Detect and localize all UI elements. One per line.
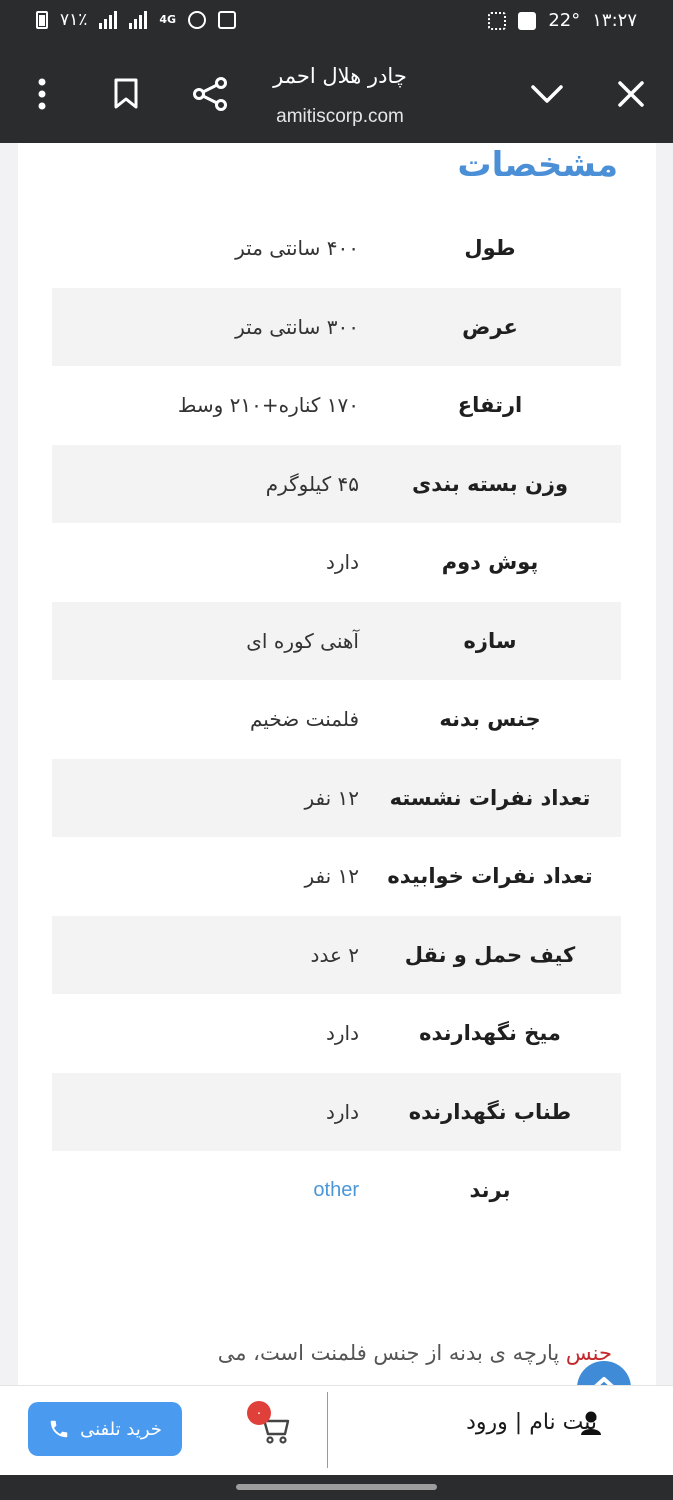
share-icon[interactable]	[185, 69, 235, 119]
spec-row: وزن بسته بندی ۴۵ کیلوگرم	[52, 444, 621, 523]
spec-key: وزن بسته بندی	[411, 471, 569, 496]
spec-key: پوش دوم	[441, 550, 539, 575]
phone-order-label: خرید تلفنی	[80, 1418, 162, 1440]
spec-table: طول ۴۰۰ سانتی متر عرض ۳۰۰ سانتی متر ارتفاع…	[52, 209, 621, 1230]
spec-key: سازه	[463, 628, 517, 653]
page-url[interactable]: amitiscorp.com	[240, 106, 440, 128]
gesture-nav-bar	[0, 1475, 673, 1500]
spec-value: ۴۰۰ سانتی متر	[235, 236, 359, 261]
spec-value: دارد	[325, 1021, 359, 1046]
network-type: 4G	[159, 13, 177, 26]
status-bar: ٧١٪ 4G 22° ۱۳:۲۷	[0, 0, 673, 44]
page-title: چادر هلال احمر	[273, 64, 407, 88]
spec-row: ارتفاع ۱۷۰ کناره+۲۱۰ وسط	[52, 366, 621, 445]
spec-key: ارتفاع	[457, 393, 523, 418]
spec-key: برند	[469, 1178, 511, 1203]
divider	[327, 1392, 328, 1468]
spec-key: میخ نگهدارنده	[419, 1021, 561, 1046]
spec-value: آهنی کوره ای	[246, 628, 359, 653]
signal-icon	[99, 11, 118, 29]
battery-icon	[36, 11, 48, 29]
brand-link[interactable]: other	[52, 1179, 359, 1202]
checkbox-icon	[518, 11, 537, 30]
spec-row: سازه آهنی کوره ای	[52, 601, 621, 680]
spec-key: عرض	[462, 314, 518, 339]
spec-row: تعداد نفرات خوابیده ۱۲ نفر	[52, 837, 621, 916]
spec-row: میخ نگهدارنده دارد	[52, 994, 621, 1073]
clock: ۱۳:۲۷	[592, 10, 637, 31]
spec-value: فلمنت ضخیم	[249, 707, 359, 732]
phone-icon	[50, 1420, 68, 1438]
product-description: جنس پارچه ی بدنه از جنس فلمنت است، می	[218, 1341, 612, 1365]
spec-value: ۱۲ نفر	[304, 785, 359, 810]
spec-row: جنس بدنه فلمنت ضخیم	[52, 680, 621, 759]
phone-order-button[interactable]: خرید تلفنی	[28, 1402, 182, 1456]
spec-row: تعداد نفرات نشسته ۱۲ نفر	[52, 758, 621, 837]
spec-row: طناب نگهدارنده دارد	[52, 1072, 621, 1151]
status-left: ٧١٪ 4G	[36, 10, 237, 30]
home-gesture-handle[interactable]	[236, 1484, 437, 1490]
spec-key: تعداد نفرات نشسته	[389, 785, 591, 810]
battery-level: ٧١٪	[60, 10, 88, 30]
login-register-link[interactable]: ثبت نام | ورود	[466, 1410, 597, 1435]
spec-row: برند other	[52, 1151, 621, 1230]
status-right: 22° ۱۳:۲۷	[488, 10, 637, 31]
user-icon[interactable]	[580, 1410, 602, 1436]
apps-icon	[488, 11, 507, 30]
spec-value: ۲ عدد	[310, 942, 359, 967]
spec-value: دارد	[325, 1099, 359, 1124]
spec-value: دارد	[325, 550, 359, 575]
spec-key: جنس بدنه	[439, 707, 541, 732]
bookmark-icon[interactable]	[101, 69, 151, 119]
spec-row: عرض ۳۰۰ سانتی متر	[52, 287, 621, 366]
spec-row: طول ۴۰۰ سانتی متر	[52, 209, 621, 288]
description-text: پارچه ی بدنه از جنس فلمنت است، می	[217, 1341, 566, 1365]
product-specs-card: مشخصات طول ۴۰۰ سانتی متر عرض ۳۰۰ سانتی متر…	[18, 143, 656, 1385]
spec-row: کیف حمل و نقل ۲ عدد	[52, 915, 621, 994]
spec-key: کیف حمل و نقل	[404, 942, 576, 967]
spec-value: ۳۰۰ سانتی متر	[235, 314, 359, 339]
spec-key: تعداد نفرات خوابیده	[387, 864, 593, 889]
more-vert-icon[interactable]	[17, 69, 67, 119]
notification-icon	[218, 11, 237, 29]
signal-icon-2	[129, 11, 148, 29]
section-title: مشخصات	[457, 145, 618, 185]
chevron-down-icon[interactable]	[522, 69, 572, 119]
bottom-action-bar: خرید تلفنی ۰ ثبت نام | ورود	[0, 1385, 673, 1475]
spec-value: ۱۲ نفر	[304, 864, 359, 889]
close-icon[interactable]	[606, 69, 656, 119]
spec-value: ۱۷۰ کناره+۲۱۰ وسط	[177, 393, 359, 418]
alarm-icon	[188, 11, 207, 29]
spec-row: پوش دوم دارد	[52, 523, 621, 602]
spec-key: طول	[464, 236, 516, 261]
browser-toolbar: چادر هلال احمر amitiscorp.com	[0, 44, 673, 143]
spec-value: ۴۵ کیلوگرم	[265, 471, 359, 496]
cart-count-badge: ۰	[247, 1401, 271, 1425]
spec-key: طناب نگهدارنده	[408, 1099, 572, 1124]
temperature: 22°	[548, 10, 581, 31]
